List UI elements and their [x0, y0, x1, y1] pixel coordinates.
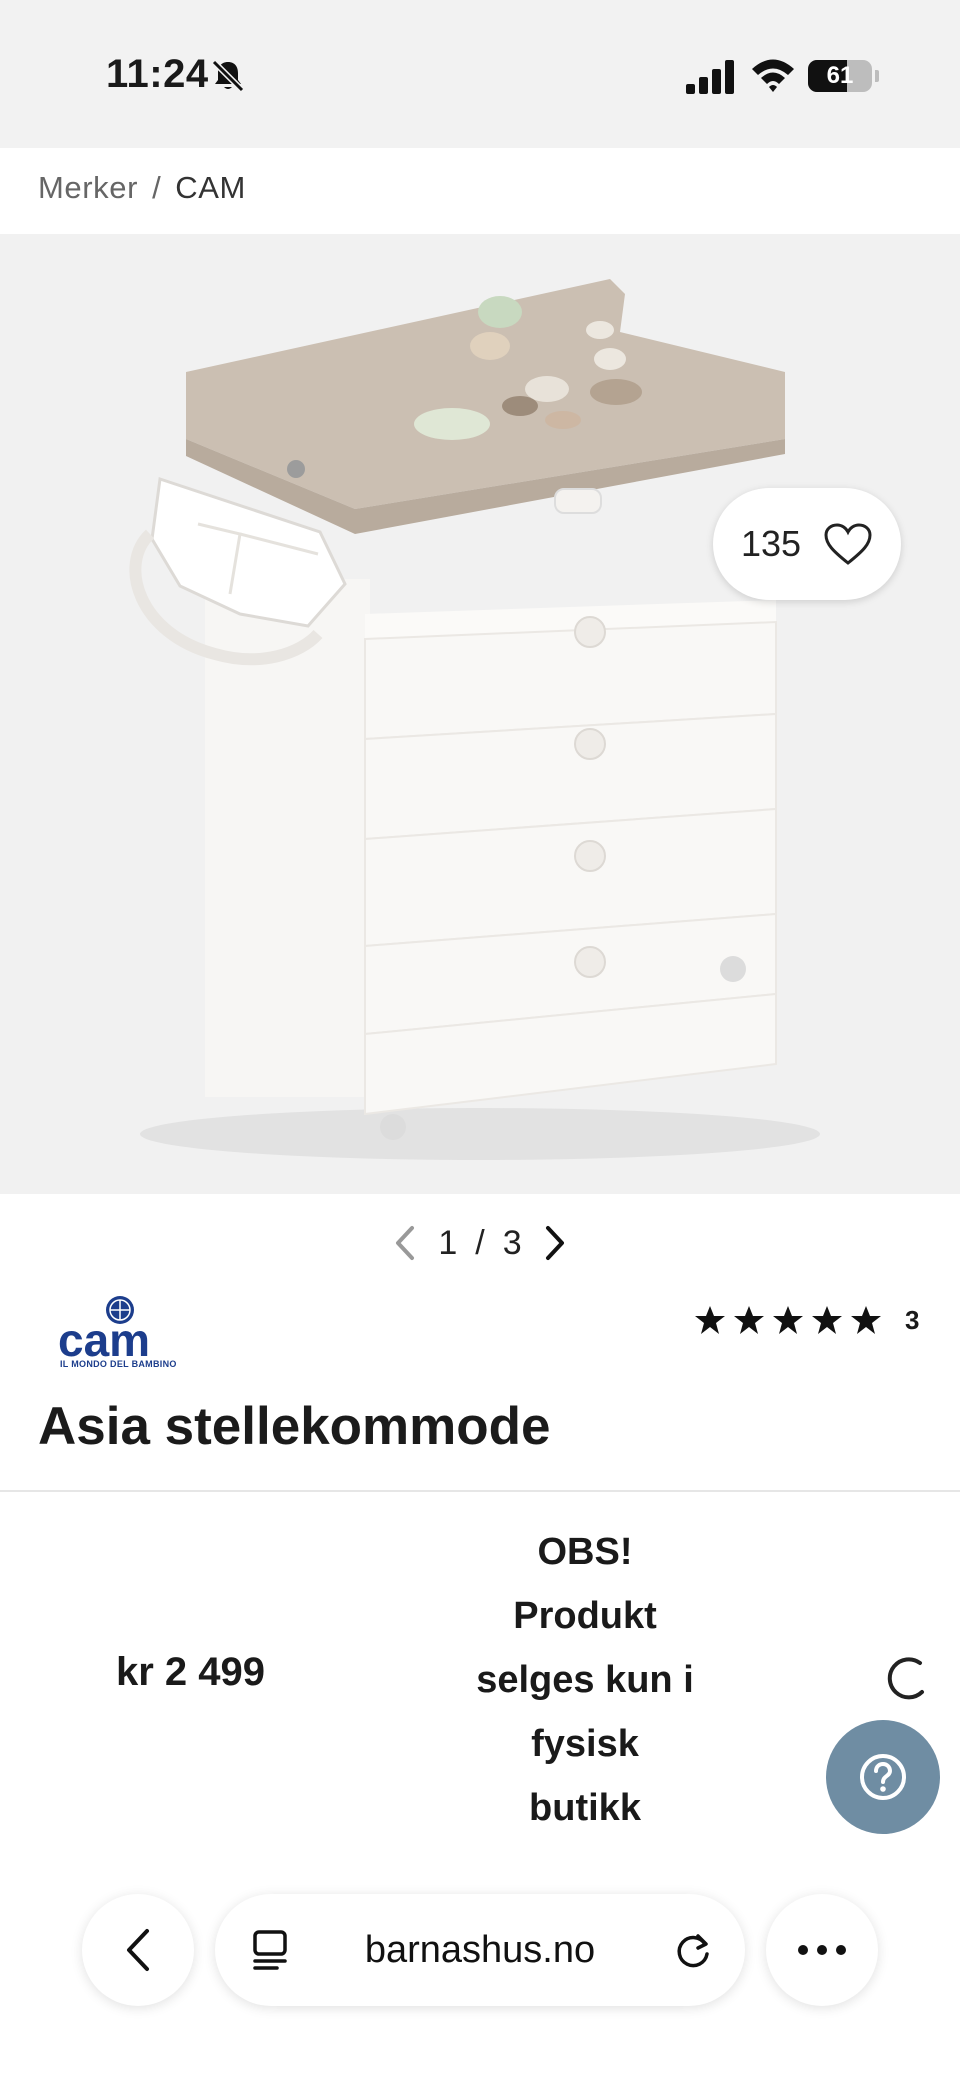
bell-slash-icon: [211, 59, 245, 93]
wifi-icon: [752, 59, 794, 92]
heart-icon: [824, 523, 872, 565]
address-bar[interactable]: barnashus.no: [215, 1894, 745, 2006]
store-only-notice: OBS! Produkt selges kun i fysisk butikk: [440, 1520, 730, 1840]
question-circle-icon: [860, 1754, 906, 1800]
notice-line: butikk: [529, 1787, 641, 1829]
pager-total: 3: [502, 1223, 522, 1262]
star-icon: [773, 1306, 803, 1334]
battery-level: 61: [826, 62, 854, 89]
review-count: 3: [905, 1304, 920, 1335]
product-price: kr 2 499: [116, 1650, 266, 1694]
help-button[interactable]: [826, 1720, 940, 1834]
reload-icon[interactable]: [671, 1928, 715, 1972]
chevron-left-icon[interactable]: [390, 1223, 420, 1263]
notice-line: selges kun i: [476, 1659, 694, 1701]
battery-cap: [875, 70, 879, 82]
star-icon: [851, 1306, 881, 1334]
browser-back-button[interactable]: [82, 1894, 194, 2006]
star-icon: [695, 1306, 725, 1334]
breadcrumb-separator: /: [152, 170, 162, 205]
product-rating[interactable]: 3: [694, 1304, 919, 1336]
star-icon: [812, 1306, 842, 1334]
brand-logo-cam[interactable]: cam: [56, 1290, 172, 1370]
status-time: 11:24: [106, 52, 209, 96]
pager-current: 1: [438, 1223, 458, 1262]
breadcrumb: Merker / CAM: [38, 170, 246, 206]
divider: [0, 1490, 960, 1492]
product-gallery[interactable]: 135: [0, 234, 960, 1194]
notice-line: fysisk: [531, 1723, 639, 1765]
breadcrumb-current[interactable]: CAM: [175, 170, 246, 205]
notice-line: Produkt: [513, 1595, 657, 1637]
battery-icon: 61: [808, 60, 872, 92]
loading-spinner-icon: [887, 1657, 924, 1700]
brand-tagline: IL MONDO DEL BAMBINO: [60, 1359, 177, 1369]
star-icon: [734, 1306, 764, 1334]
url-text[interactable]: barnashus.no: [215, 1894, 745, 2006]
chevron-right-icon[interactable]: [540, 1223, 570, 1263]
product-title: Asia stellekommode: [38, 1397, 551, 1456]
product-image: [129, 279, 820, 1160]
more-options-button[interactable]: [766, 1894, 878, 2006]
image-pager: 1 / 3: [0, 1218, 960, 1268]
notice-line: OBS!: [537, 1531, 633, 1573]
favorite-button[interactable]: 135: [713, 488, 901, 600]
more-icon: [798, 1945, 846, 1955]
signal-icon: [686, 60, 734, 94]
back-icon: [127, 1929, 149, 1971]
breadcrumb-link-merker[interactable]: Merker: [38, 170, 138, 205]
favorite-count: 135: [740, 523, 802, 564]
pager-separator: /: [475, 1223, 485, 1262]
